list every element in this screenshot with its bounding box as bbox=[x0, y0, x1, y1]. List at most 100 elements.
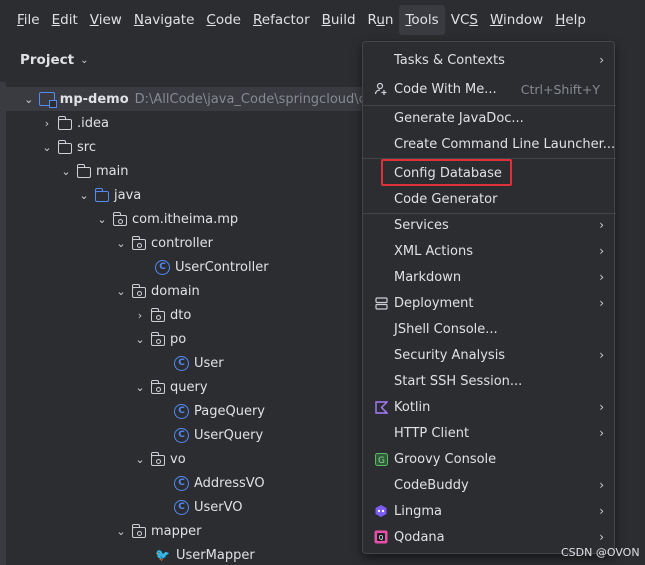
menu-navigate[interactable]: Navigate bbox=[128, 5, 201, 35]
chevron-down-icon[interactable]: ⌄ bbox=[133, 453, 147, 466]
tree-item-user[interactable]: C User bbox=[0, 351, 390, 375]
menu-item-groovy-console[interactable]: G Groovy Console bbox=[363, 446, 616, 472]
tree-item-uservo[interactable]: C UserVO bbox=[0, 495, 390, 519]
menu-item-lingma[interactable]: Lingma › bbox=[363, 498, 616, 524]
groovy-icon: G bbox=[373, 451, 389, 467]
menu-help[interactable]: Help bbox=[549, 5, 592, 35]
chevron-right-icon: › bbox=[599, 530, 604, 544]
package-icon bbox=[113, 211, 127, 226]
tree-item-addressvo[interactable]: C AddressVO bbox=[0, 471, 390, 495]
tree-item-usermapper[interactable]: 🐦 UserMapper bbox=[0, 543, 390, 565]
watermark: CSDN @OVON bbox=[561, 546, 640, 559]
chevron-down-icon[interactable]: ⌄ bbox=[40, 141, 54, 154]
folder-icon bbox=[77, 163, 91, 178]
menu-item-code-with-me[interactable]: Code With Me... Ctrl+Shift+Y bbox=[363, 76, 616, 102]
menu-item-generate-javadoc[interactable]: Generate JavaDoc... bbox=[363, 105, 616, 131]
chevron-down-icon[interactable]: ⌄ bbox=[133, 333, 147, 346]
tree-item-mapper[interactable]: ⌄ mapper bbox=[0, 519, 390, 543]
tree-item-main[interactable]: ⌄ main bbox=[0, 159, 390, 183]
lingma-icon bbox=[373, 503, 389, 519]
menu-item-start-ssh-session[interactable]: Start SSH Session... bbox=[363, 368, 616, 394]
tree-item-vo[interactable]: ⌄ vo bbox=[0, 447, 390, 471]
tree-item-src[interactable]: ⌄ src bbox=[0, 135, 390, 159]
tree-item-idea[interactable]: › .idea bbox=[0, 111, 390, 135]
class-icon: C bbox=[174, 475, 189, 491]
chevron-down-icon[interactable]: ⌄ bbox=[114, 237, 128, 250]
chevron-right-icon: › bbox=[599, 244, 604, 258]
package-icon bbox=[151, 379, 165, 394]
menu-item-kotlin[interactable]: Kotlin › bbox=[363, 394, 616, 420]
tree-item-domain[interactable]: ⌄ domain bbox=[0, 279, 390, 303]
menu-tools[interactable]: Tools bbox=[399, 5, 445, 35]
chevron-right-icon[interactable]: › bbox=[133, 309, 147, 322]
menu-window[interactable]: Window bbox=[484, 5, 549, 35]
menu-bar: File Edit View Navigate Code Refactor Bu… bbox=[0, 0, 645, 40]
chevron-down-icon[interactable]: ⌄ bbox=[77, 189, 91, 202]
package-icon bbox=[151, 451, 165, 466]
package-icon bbox=[132, 283, 146, 298]
menu-item-create-launcher[interactable]: Create Command Line Launcher... bbox=[363, 131, 616, 157]
tree-item-usercontroller[interactable]: C UserController bbox=[0, 255, 390, 279]
tree-item-pagequery[interactable]: C PageQuery bbox=[0, 399, 390, 423]
menu-item-code-generator[interactable]: Code Generator bbox=[363, 186, 616, 212]
tree-item-com-itheima-mp[interactable]: ⌄ com.itheima.mp bbox=[0, 207, 390, 231]
chevron-down-icon[interactable]: ⌄ bbox=[114, 525, 128, 538]
chevron-right-icon: › bbox=[599, 270, 604, 284]
menu-item-security-analysis[interactable]: Security Analysis › bbox=[363, 342, 616, 368]
menu-item-http-client[interactable]: HTTP Client › bbox=[363, 420, 616, 446]
menu-item-markdown[interactable]: Markdown › bbox=[363, 264, 616, 290]
menu-run[interactable]: Run bbox=[362, 5, 400, 35]
chevron-down-icon[interactable]: ⌄ bbox=[59, 165, 73, 178]
chevron-down-icon: ⌄ bbox=[80, 54, 89, 66]
package-icon bbox=[132, 523, 146, 538]
tree-item-po[interactable]: ⌄ po bbox=[0, 327, 390, 351]
project-header[interactable]: Project ⌄ bbox=[20, 52, 88, 68]
tree-item-java[interactable]: ⌄ java bbox=[0, 183, 390, 207]
folder-icon bbox=[58, 115, 72, 130]
person-add-icon bbox=[373, 81, 389, 97]
tree-item-controller[interactable]: ⌄ controller bbox=[0, 231, 390, 255]
tree-item-query[interactable]: ⌄ query bbox=[0, 375, 390, 399]
project-panel: Project ⌄ ⌄ mp-demo D:\AllCode\java_Code… bbox=[0, 40, 390, 565]
tree-item-dto[interactable]: › dto bbox=[0, 303, 390, 327]
highlight-annotation-box bbox=[381, 159, 512, 186]
menu-item-services[interactable]: Services › bbox=[363, 212, 616, 238]
menu-item-jshell-console[interactable]: JShell Console... bbox=[363, 316, 616, 342]
qodana-icon: Q bbox=[373, 529, 389, 545]
class-icon: C bbox=[174, 499, 189, 515]
chevron-right-icon: › bbox=[599, 296, 604, 310]
menu-item-deployment[interactable]: Deployment › bbox=[363, 290, 616, 316]
chevron-right-icon: › bbox=[599, 504, 604, 518]
chevron-down-icon[interactable]: ⌄ bbox=[95, 213, 109, 226]
package-icon bbox=[151, 307, 165, 322]
menu-code[interactable]: Code bbox=[200, 5, 247, 35]
tree-item-mp-demo[interactable]: ⌄ mp-demo D:\AllCode\java_Code\springclo… bbox=[0, 87, 390, 111]
menu-item-tasks-contexts[interactable]: Tasks & Contexts › bbox=[363, 47, 616, 73]
source-folder-icon bbox=[95, 187, 109, 202]
chevron-right-icon: › bbox=[599, 218, 604, 232]
class-icon: C bbox=[174, 403, 189, 419]
tree-item-userquery[interactable]: C UserQuery bbox=[0, 423, 390, 447]
chevron-down-icon[interactable]: ⌄ bbox=[114, 285, 128, 298]
menu-build[interactable]: Build bbox=[316, 5, 362, 35]
package-icon bbox=[132, 235, 146, 250]
folder-icon bbox=[58, 139, 72, 154]
chevron-right-icon: › bbox=[599, 53, 604, 67]
menu-refactor[interactable]: Refactor bbox=[247, 5, 316, 35]
chevron-down-icon[interactable]: ⌄ bbox=[22, 93, 35, 106]
class-icon: C bbox=[155, 259, 170, 275]
chevron-right-icon: › bbox=[599, 426, 604, 440]
chevron-right-icon[interactable]: › bbox=[40, 117, 54, 130]
menu-vcs[interactable]: VCS bbox=[445, 5, 484, 35]
menu-edit[interactable]: Edit bbox=[46, 5, 84, 35]
svg-text:G: G bbox=[378, 456, 385, 466]
menu-file[interactable]: File bbox=[11, 5, 46, 35]
right-gutter bbox=[630, 0, 645, 565]
menu-view[interactable]: View bbox=[84, 5, 128, 35]
chevron-down-icon[interactable]: ⌄ bbox=[133, 381, 147, 394]
menu-item-codebuddy[interactable]: CodeBuddy › bbox=[363, 472, 616, 498]
menu-item-xml-actions[interactable]: XML Actions › bbox=[363, 238, 616, 264]
deployment-icon bbox=[373, 295, 389, 311]
chevron-right-icon: › bbox=[599, 400, 604, 414]
chevron-right-icon: › bbox=[599, 348, 604, 362]
